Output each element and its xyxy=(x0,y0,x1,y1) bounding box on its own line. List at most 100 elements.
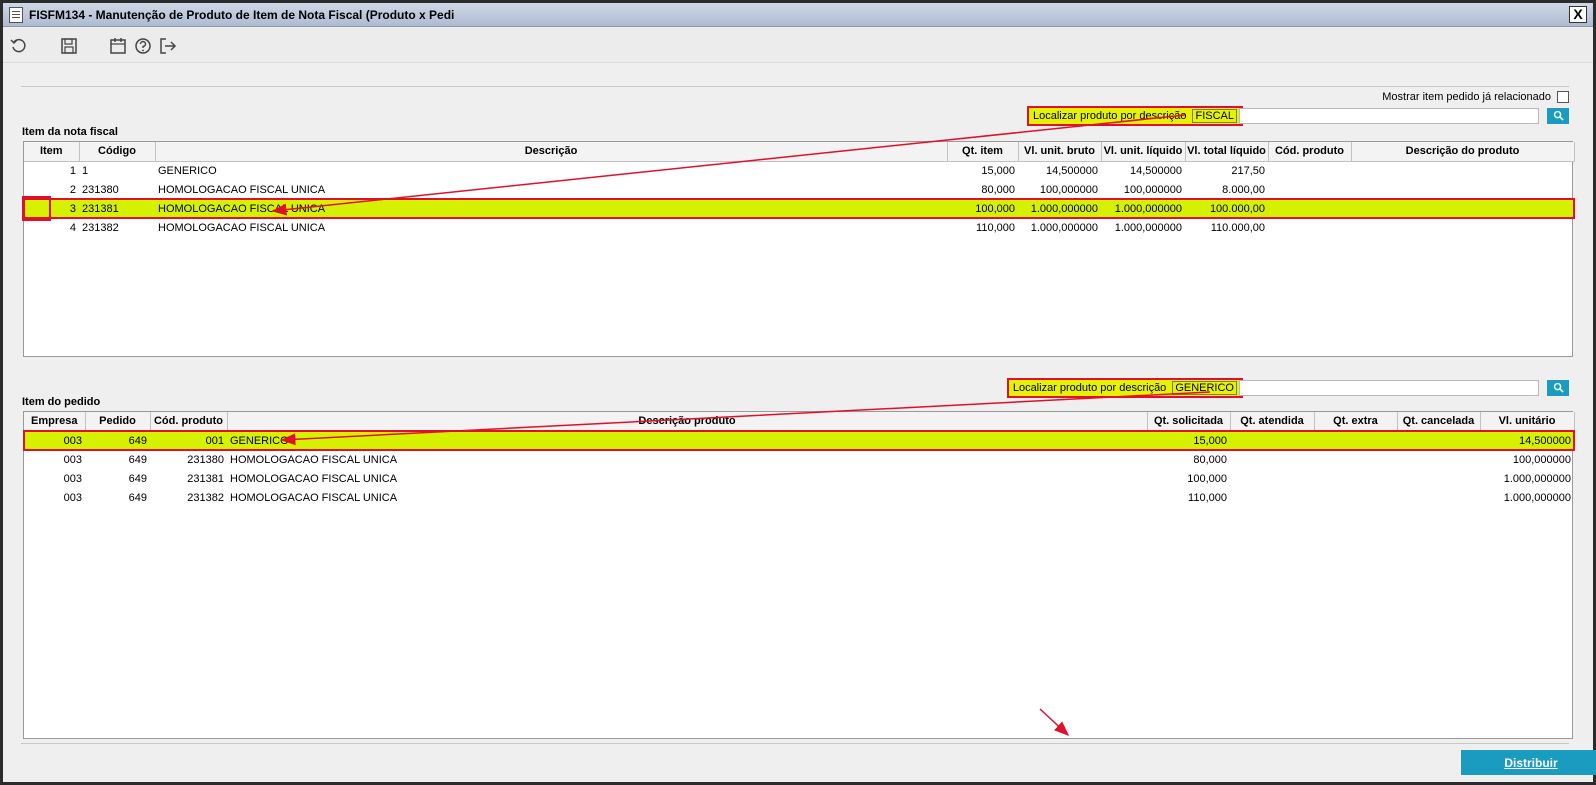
col-header[interactable]: Cód. produto xyxy=(1268,142,1352,162)
cell-descricao: HOMOLOGACAO FISCAL UNICA xyxy=(230,472,398,485)
title-bar: FISFM134 - Manutenção de Produto de Item… xyxy=(3,3,1593,27)
footer-divider xyxy=(21,743,1569,744)
cell-vl-total-liquido: 8.000,00 xyxy=(1222,183,1265,196)
col-header[interactable]: Qt. atendida xyxy=(1230,412,1315,432)
cell-qt-extra xyxy=(1314,431,1397,450)
pedido-search-value[interactable]: GENERICO xyxy=(1172,380,1237,395)
close-button[interactable]: X xyxy=(1569,6,1587,23)
cell-qt-solicitada: 100,000 xyxy=(1187,472,1227,485)
col-header[interactable]: Descrição do produto xyxy=(1351,142,1575,162)
cell-qt-cancelada xyxy=(1397,431,1480,450)
table-row[interactable]: 003 649 231380 HOMOLOGACAO FISCAL UNICA … xyxy=(24,450,1574,469)
col-header[interactable]: Vl. unit. bruto xyxy=(1018,142,1102,162)
col-header[interactable]: Vl. unit. líquido xyxy=(1101,142,1186,162)
col-header[interactable]: Qt. cancelada xyxy=(1397,412,1481,432)
cell-empresa: 003 xyxy=(63,472,82,485)
exit-icon[interactable] xyxy=(158,36,178,56)
col-header[interactable]: Item xyxy=(24,142,80,162)
nota-search-input[interactable] xyxy=(1239,107,1539,124)
cell-item: 3 xyxy=(24,199,79,218)
cell-codigo: 1 xyxy=(82,164,89,177)
cell-descricao: GENERICO xyxy=(158,164,217,177)
cell-qt-solicitada: 110,000 xyxy=(1188,491,1227,504)
cell-desc-produto xyxy=(1351,161,1574,180)
cell-qt-cancelada xyxy=(1397,469,1480,488)
col-header[interactable]: Qt. solicitada xyxy=(1147,412,1231,432)
table-row[interactable]: 4 231382 HOMOLOGACAO FISCAL UNICA 110,00… xyxy=(24,218,1574,237)
nota-search-row: Localizar produto por descrição FISCAL xyxy=(1027,105,1569,126)
cell-vl-unitario: 1.000,000000 xyxy=(1503,472,1571,485)
col-header[interactable]: Vl. unitário xyxy=(1480,412,1575,432)
col-header[interactable]: Empresa xyxy=(24,412,86,432)
cell-qt-item: 80,000 xyxy=(981,183,1015,196)
cell-qt-extra xyxy=(1314,469,1397,488)
cell-empresa: 003 xyxy=(24,431,85,450)
cell-qt-atendida xyxy=(1230,488,1314,507)
table-row[interactable]: 003 649 231382 HOMOLOGACAO FISCAL UNICA … xyxy=(24,488,1574,507)
cell-vl-unit-liquido: 100,000000 xyxy=(1123,183,1182,196)
cell-cod-produto xyxy=(1268,180,1351,199)
pedido-search-input[interactable] xyxy=(1239,379,1539,396)
cell-qt-atendida xyxy=(1230,431,1314,450)
nota-search-value[interactable]: FISCAL xyxy=(1192,108,1237,123)
toolbar xyxy=(3,27,1593,63)
cell-pedido: 649 xyxy=(128,453,147,466)
cell-vl-unit-liquido: 14,500000 xyxy=(1130,164,1182,177)
table-row[interactable]: 2 231380 HOMOLOGACAO FISCAL UNICA 80,000… xyxy=(24,180,1574,199)
table-row[interactable]: 1 1 GENERICO 15,000 14,500000 14,500000 … xyxy=(24,161,1574,180)
table-row-selected[interactable]: 3 231381 HOMOLOGACAO FISCAL UNICA 100,00… xyxy=(23,198,1575,219)
pedido-section-title: Item do pedido xyxy=(22,396,101,408)
cell-qt-cancelada xyxy=(1397,488,1480,507)
show-related-checkbox[interactable] xyxy=(1557,91,1569,103)
cell-item: 4 xyxy=(69,221,76,234)
cell-vl-total-liquido: 100.000,00 xyxy=(1185,199,1268,218)
pedido-header-row: Empresa Pedido Cód. produto Descrição pr… xyxy=(24,412,1575,432)
col-header[interactable]: Descrição produto xyxy=(227,412,1148,432)
cell-descricao: HOMOLOGACAO FISCAL UNICA xyxy=(230,491,398,504)
col-header[interactable]: Cód. produto xyxy=(150,412,228,432)
cell-vl-unit-liquido: 1.000,000000 xyxy=(1114,221,1182,234)
nota-search-button[interactable] xyxy=(1547,107,1569,124)
pedido-search-button[interactable] xyxy=(1547,379,1569,396)
cell-qt-item: 15,000 xyxy=(981,164,1015,177)
cell-cod-produto xyxy=(1268,161,1351,180)
calendar-icon[interactable] xyxy=(108,36,128,56)
cell-cod-produto xyxy=(1268,218,1351,237)
cell-qt-extra xyxy=(1314,450,1397,469)
col-header[interactable]: Qt. item xyxy=(947,142,1019,162)
refresh-icon[interactable] xyxy=(9,36,29,56)
cell-qt-atendida xyxy=(1230,469,1314,488)
app-window: FISFM134 - Manutenção de Produto de Item… xyxy=(0,0,1596,785)
cell-codigo: 231382 xyxy=(82,221,119,234)
col-header[interactable]: Código xyxy=(79,142,156,162)
cell-empresa: 003 xyxy=(63,491,82,504)
cell-descricao: HOMOLOGACAO FISCAL UNICA xyxy=(158,221,326,234)
cell-qt-solicitada: 15,000 xyxy=(1147,431,1230,450)
cell-vl-unit-liquido: 1.000,000000 xyxy=(1101,199,1185,218)
cell-qt-item: 100,000 xyxy=(947,199,1018,218)
nota-header-row: Item Código Descrição Qt. item Vl. unit.… xyxy=(24,142,1575,162)
cell-qt-solicitada: 80,000 xyxy=(1193,453,1227,466)
col-header[interactable]: Pedido xyxy=(85,412,151,432)
distribuir-button[interactable]: Distribuir xyxy=(1461,750,1596,775)
col-header[interactable]: Vl. total líquido xyxy=(1185,142,1269,162)
cell-vl-unit-bruto: 1.000,000000 xyxy=(1018,199,1101,218)
table-row-selected[interactable]: 003 649 001 GENERICO 15,000 14,500000 xyxy=(23,430,1575,451)
cell-item: 2 xyxy=(69,183,76,196)
table-row[interactable]: 003 649 231381 HOMOLOGACAO FISCAL UNICA … xyxy=(24,469,1574,488)
save-icon[interactable] xyxy=(59,36,79,56)
help-icon[interactable] xyxy=(133,36,153,56)
cell-desc-produto xyxy=(1351,199,1574,218)
cell-vl-total-liquido: 110.000,00 xyxy=(1210,221,1265,234)
cell-empresa: 003 xyxy=(63,453,82,466)
cell-vl-unitario: 14,500000 xyxy=(1480,431,1574,450)
col-header[interactable]: Descrição xyxy=(155,142,948,162)
cell-cod-produto xyxy=(1268,199,1351,218)
cell-pedido: 649 xyxy=(128,491,147,504)
cell-descricao: GENERICO xyxy=(227,431,1147,450)
cell-vl-unit-bruto: 14,500000 xyxy=(1046,164,1098,177)
cell-item: 1 xyxy=(69,164,76,177)
cell-descricao: HOMOLOGACAO FISCAL UNICA xyxy=(158,183,326,196)
show-related-option: Mostrar item pedido já relacionado xyxy=(1382,91,1569,103)
col-header[interactable]: Qt. extra xyxy=(1314,412,1398,432)
